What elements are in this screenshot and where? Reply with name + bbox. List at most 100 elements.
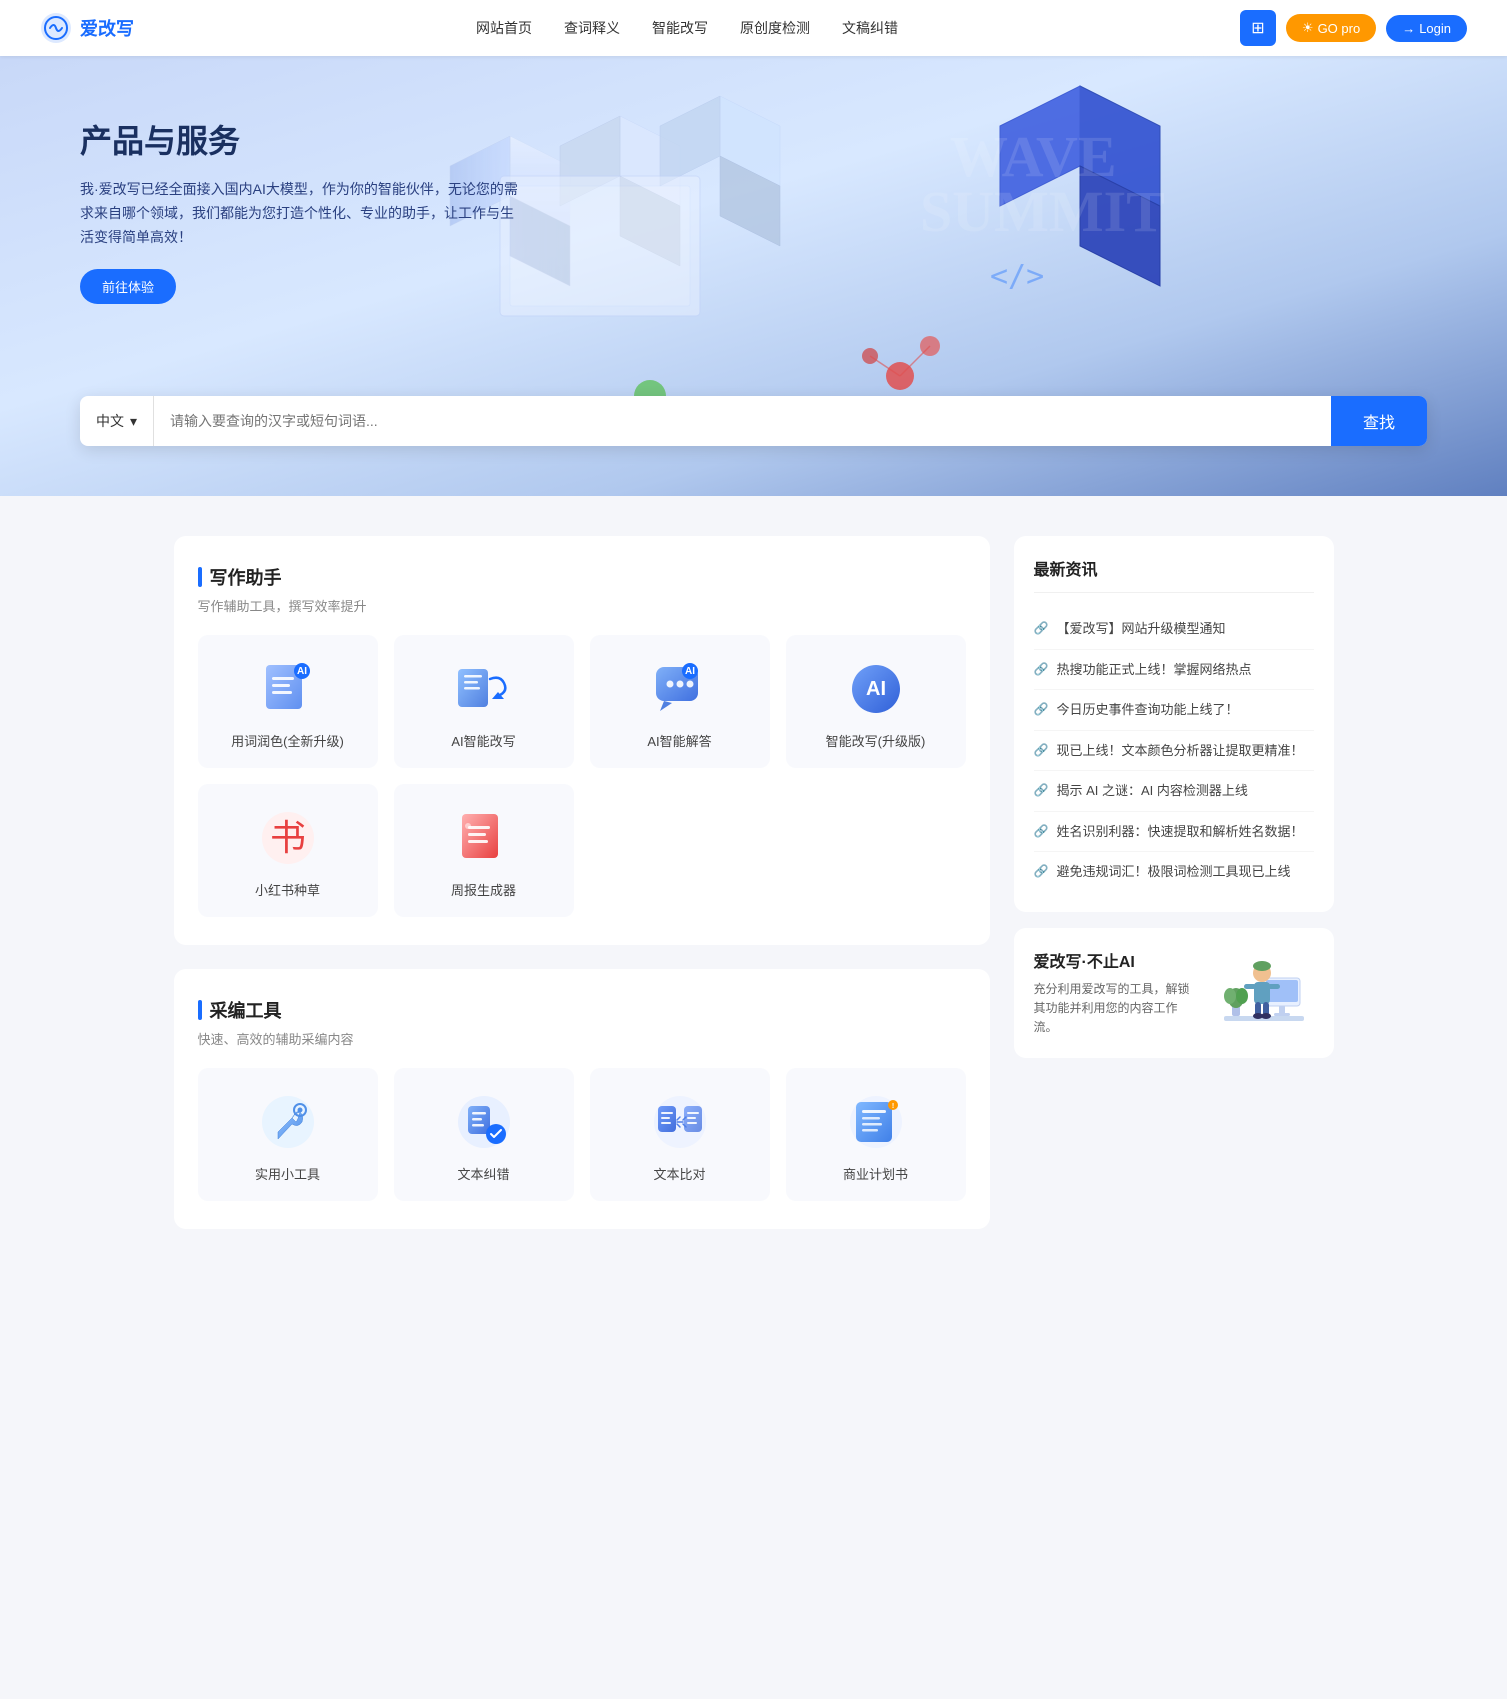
writing-section: 写作助手 写作辅助工具，撰写效率提升 <box>174 536 990 945</box>
tools-section-title: 采编工具 <box>210 997 282 1023</box>
section-accent <box>198 567 202 587</box>
login-icon: → <box>1402 21 1415 36</box>
text-correct-icon <box>454 1092 514 1152</box>
svg-text:AI: AI <box>685 666 695 677</box>
logo-icon <box>40 12 72 44</box>
news-text-0: 【爱改写】网站升级模型通知 <box>1056 619 1225 639</box>
search-lang-text: 中文 <box>96 411 124 431</box>
news-text-1: 热搜功能正式上线！掌握网络热点 <box>1056 660 1251 680</box>
tools-tool-grid: 实用小工具 <box>198 1068 966 1201</box>
news-text-2: 今日历史事件查询功能上线了！ <box>1056 700 1238 720</box>
news-item-0[interactable]: 🔗 【爱改写】网站升级模型通知 <box>1034 609 1314 650</box>
news-text-5: 姓名识别利器：快速提取和解析姓名数据！ <box>1056 822 1303 842</box>
main-nav: 网站首页 查词释义 智能改写 原创度检测 文稿纠错 <box>476 18 898 38</box>
news-item-4[interactable]: 🔗 揭示 AI 之谜：AI 内容检测器上线 <box>1034 771 1314 812</box>
link-icon-4: 🔗 <box>1034 783 1049 797</box>
tool-smart-rewrite-pro-label: 智能改写(升级版) <box>826 731 926 750</box>
logo-text: 爱改写 <box>80 15 134 41</box>
promo-title: 爱改写·不止AI <box>1034 948 1194 972</box>
tool-business-plan-label: 商业计划书 <box>843 1164 908 1183</box>
main-content: 写作助手 写作辅助工具，撰写效率提升 <box>154 496 1354 1293</box>
search-button[interactable]: 查找 <box>1331 396 1427 446</box>
text-compare-icon <box>650 1092 710 1152</box>
link-icon-2: 🔗 <box>1034 702 1049 716</box>
login-button[interactable]: → Login <box>1386 15 1467 42</box>
hero-desc: 我·爱改写已经全面接入国内AI大模型，作为你的智能伙伴，无论您的需求来自哪个领域… <box>80 178 520 249</box>
search-lang-selector[interactable]: 中文 ▾ <box>80 396 154 446</box>
grid-icon: ⊞ <box>1251 18 1264 38</box>
nav-home[interactable]: 网站首页 <box>476 18 532 38</box>
promo-figure <box>1214 948 1314 1038</box>
nav-dict[interactable]: 查词释义 <box>564 18 620 38</box>
link-icon-6: 🔗 <box>1034 864 1049 878</box>
sun-icon: ☀ <box>1302 20 1314 36</box>
writing-section-desc: 写作辅助工具，撰写效率提升 <box>198 596 966 615</box>
right-column: 最新资讯 🔗 【爱改写】网站升级模型通知 🔗 热搜功能正式上线！掌握网络热点 🔗… <box>1014 536 1334 1253</box>
tool-ai-answer-label: AI智能解答 <box>647 731 711 750</box>
writing-tool-grid: AI 用词润色(全新升级) <box>198 635 966 917</box>
tool-text-correct[interactable]: 文本纠错 <box>394 1068 574 1201</box>
news-item-3[interactable]: 🔗 现已上线！文本颜色分析器让提取更精准！ <box>1034 731 1314 772</box>
hero-banner: WAVE SUMMIT </> 产品与服务 我·爱改写已经全面接入国内AI大模型… <box>0 56 1507 496</box>
nav-rewrite[interactable]: 智能改写 <box>652 18 708 38</box>
tool-ai-rewrite[interactable]: AI智能改写 <box>394 635 574 768</box>
link-icon-1: 🔗 <box>1034 662 1049 676</box>
tools-section-desc: 快速、高效的辅助采编内容 <box>198 1029 966 1048</box>
experience-button[interactable]: 前往体验 <box>80 269 176 304</box>
news-item-6[interactable]: 🔗 避免违规词汇！极限词检测工具现已上线 <box>1034 852 1314 892</box>
tool-xiaohongshu[interactable]: 书 小红书种草 <box>198 784 378 917</box>
tool-weekly-report[interactable]: 周报生成器 <box>394 784 574 917</box>
xiaohongshu-icon: 书 <box>258 808 318 868</box>
hero-title: 产品与服务 <box>80 116 520 162</box>
smart-rewrite-pro-icon: AI <box>846 659 906 719</box>
grid-button[interactable]: ⊞ <box>1240 10 1276 46</box>
news-item-5[interactable]: 🔗 姓名识别利器：快速提取和解析姓名数据！ <box>1034 812 1314 853</box>
ai-answer-icon: AI <box>650 659 710 719</box>
logo[interactable]: 爱改写 <box>40 12 134 44</box>
promo-desc: 充分利用爱改写的工具，解锁其功能并利用您的内容工作流。 <box>1034 980 1194 1038</box>
tool-practical[interactable]: 实用小工具 <box>198 1068 378 1201</box>
news-panel-title: 最新资讯 <box>1034 556 1314 593</box>
news-panel: 最新资讯 🔗 【爱改写】网站升级模型通知 🔗 热搜功能正式上线！掌握网络热点 🔗… <box>1014 536 1334 912</box>
nav-originality[interactable]: 原创度检测 <box>740 18 810 38</box>
promo-illustration <box>1214 948 1314 1038</box>
svg-text:书: 书 <box>269 817 305 858</box>
tool-ai-rewrite-label: AI智能改写 <box>451 731 515 750</box>
tools-section-header: 采编工具 <box>198 997 966 1023</box>
header-actions: ⊞ ☀ GO pro → Login <box>1240 10 1467 46</box>
tool-business-plan[interactable]: ! 商业计划书 <box>786 1068 966 1201</box>
hero-content: 产品与服务 我·爱改写已经全面接入国内AI大模型，作为你的智能伙伴，无论您的需求… <box>0 56 600 364</box>
nav-proofread[interactable]: 文稿纠错 <box>842 18 898 38</box>
news-text-3: 现已上线！文本颜色分析器让提取更精准！ <box>1056 741 1303 761</box>
tool-smart-rewrite-pro[interactable]: AI 智能改写(升级版) <box>786 635 966 768</box>
news-item-2[interactable]: 🔗 今日历史事件查询功能上线了！ <box>1034 690 1314 731</box>
promo-text: 爱改写·不止AI 充分利用爱改写的工具，解锁其功能并利用您的内容工作流。 <box>1034 948 1194 1038</box>
search-input[interactable] <box>154 396 1331 446</box>
tool-xiaohongshu-label: 小红书种草 <box>255 880 320 899</box>
tool-weekly-report-label: 周报生成器 <box>451 880 516 899</box>
promo-panel: 爱改写·不止AI 充分利用爱改写的工具，解锁其功能并利用您的内容工作流。 <box>1014 928 1334 1058</box>
link-icon-3: 🔗 <box>1034 743 1049 757</box>
tools-section-accent <box>198 1000 202 1020</box>
tool-word-polish-label: 用词润色(全新升级) <box>231 731 344 750</box>
word-polish-icon: AI <box>258 659 318 719</box>
news-item-1[interactable]: 🔗 热搜功能正式上线！掌握网络热点 <box>1034 650 1314 691</box>
header: 爱改写 网站首页 查词释义 智能改写 原创度检测 文稿纠错 ⊞ ☀ GO pro… <box>0 0 1507 56</box>
tools-section: 采编工具 快速、高效的辅助采编内容 <box>174 969 990 1229</box>
ai-rewrite-icon <box>454 659 514 719</box>
tool-ai-answer[interactable]: AI AI智能解答 <box>590 635 770 768</box>
link-icon-5: 🔗 <box>1034 824 1049 838</box>
svg-text:AI: AI <box>866 678 886 700</box>
tool-text-compare[interactable]: 文本比对 <box>590 1068 770 1201</box>
tool-word-polish[interactable]: AI 用词润色(全新升级) <box>198 635 378 768</box>
writing-section-header: 写作助手 <box>198 564 966 590</box>
left-column: 写作助手 写作辅助工具，撰写效率提升 <box>174 536 990 1253</box>
weekly-report-icon <box>454 808 514 868</box>
writing-section-title: 写作助手 <box>210 564 282 590</box>
news-text-6: 避免违规词汇！极限词检测工具现已上线 <box>1056 862 1290 882</box>
svg-text:AI: AI <box>297 666 307 677</box>
news-text-4: 揭示 AI 之谜：AI 内容检测器上线 <box>1056 781 1247 801</box>
search-bar: 中文 ▾ 查找 <box>80 396 1427 446</box>
go-pro-button[interactable]: ☀ GO pro <box>1286 14 1376 42</box>
chevron-down-icon: ▾ <box>130 413 137 430</box>
